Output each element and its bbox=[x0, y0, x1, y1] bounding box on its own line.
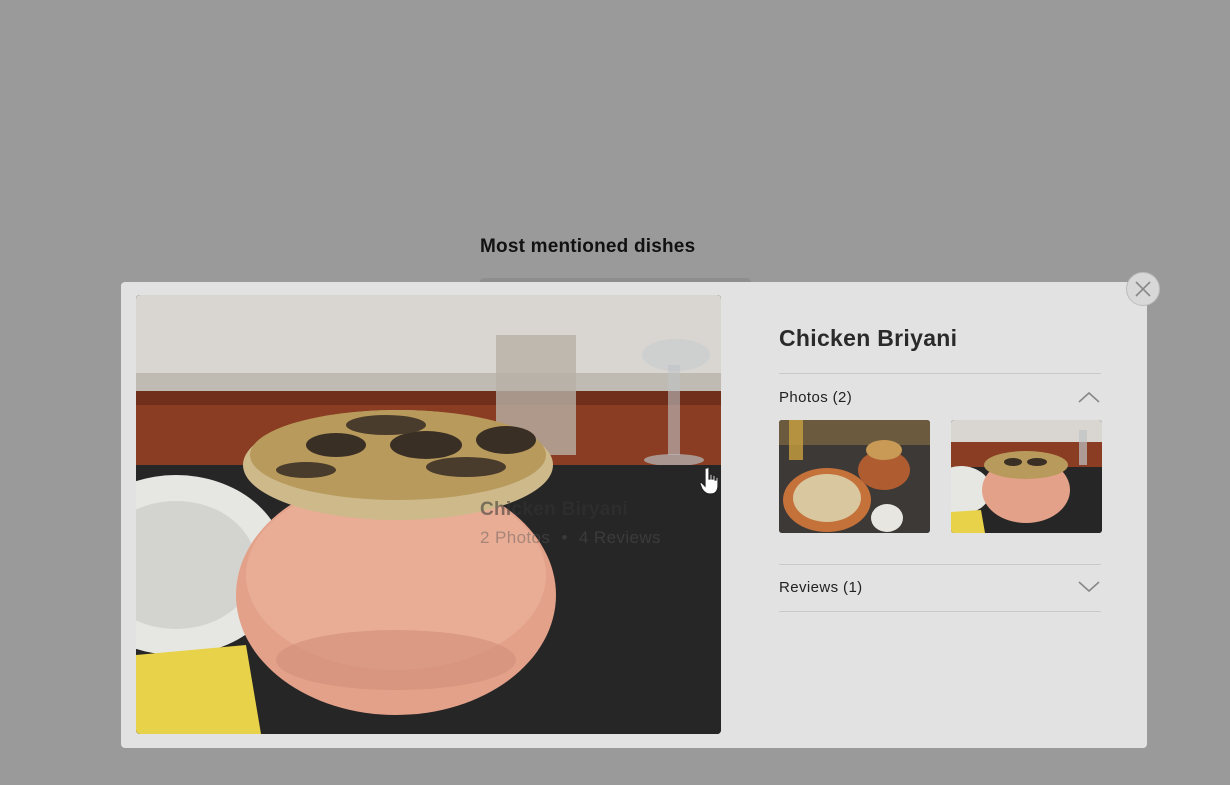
hand-cursor-icon bbox=[699, 466, 719, 495]
dish-details-panel: Chicken Briyani Photos (2) Reviews (1) bbox=[779, 282, 1102, 748]
chevron-down-icon bbox=[1078, 581, 1100, 593]
reviews-section-toggle[interactable]: Reviews (1) bbox=[779, 572, 1101, 602]
close-icon bbox=[1135, 281, 1151, 297]
dish-title: Chicken Briyani bbox=[779, 325, 958, 351]
chevron-up-icon bbox=[1078, 391, 1100, 403]
dish-card-reviews-count: 4 Reviews bbox=[578, 528, 661, 547]
reviews-section-label: Reviews (1) bbox=[779, 578, 863, 596]
divider bbox=[779, 611, 1101, 612]
photo-thumbnail-1[interactable] bbox=[779, 420, 930, 533]
photos-section-label: Photos (2) bbox=[779, 388, 853, 406]
meta-separator: • bbox=[561, 528, 568, 547]
close-button[interactable] bbox=[1126, 272, 1160, 306]
divider bbox=[779, 373, 1101, 374]
dish-card-photos-count: 2 Photos bbox=[480, 528, 551, 547]
divider bbox=[779, 564, 1101, 565]
photos-section-toggle[interactable]: Photos (2) bbox=[779, 382, 1101, 412]
dish-card-meta: 2 Photos • 4 Reviews bbox=[480, 528, 661, 548]
dish-card-name[interactable]: Chicken Biryani bbox=[480, 499, 628, 521]
photo-thumbnail-2[interactable] bbox=[951, 420, 1102, 533]
main-dish-photo bbox=[136, 295, 721, 734]
dish-modal: Chicken Briyani Photos (2) Reviews (1) bbox=[121, 282, 1147, 748]
section-title-most-mentioned: Most mentioned dishes bbox=[480, 236, 696, 257]
